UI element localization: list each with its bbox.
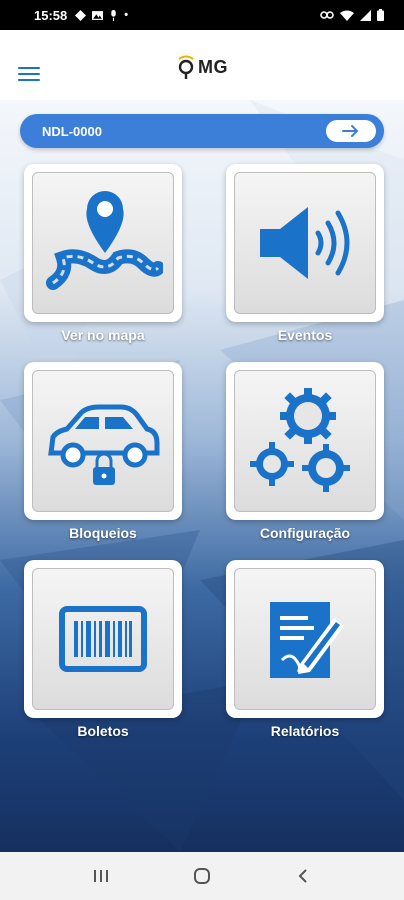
home-button[interactable] xyxy=(182,861,222,891)
tile-ver-no-mapa[interactable] xyxy=(24,164,182,322)
home-icon xyxy=(193,868,210,884)
back-icon xyxy=(298,869,308,883)
tile-relatorios[interactable] xyxy=(226,560,384,718)
notification-icons: • xyxy=(75,9,128,21)
tile-bloqueios[interactable] xyxy=(24,362,182,520)
system-icons xyxy=(320,9,384,21)
battery-icon xyxy=(377,9,384,21)
logo-pin-icon xyxy=(178,55,194,79)
logo-text: MG xyxy=(198,56,228,77)
mic-icon xyxy=(111,9,116,21)
signal-icon xyxy=(360,9,371,21)
barcode-icon xyxy=(59,606,147,672)
menu-button[interactable] xyxy=(18,67,40,81)
tile-label-boletos: Boletos xyxy=(77,723,129,739)
vehicle-selector[interactable]: NDL-0000 xyxy=(20,114,384,148)
tile-configuracao[interactable] xyxy=(226,362,384,520)
status-time: 15:58 xyxy=(34,7,68,23)
car-lock-icon xyxy=(48,404,160,485)
go-button[interactable] xyxy=(326,120,376,142)
image-icon xyxy=(92,10,104,20)
status-bar: 15:58 • xyxy=(0,0,404,30)
app-header: MG xyxy=(0,30,404,100)
app-logo: MG xyxy=(176,54,228,80)
vehicle-plate: NDL-0000 xyxy=(42,123,102,139)
map-pin-icon xyxy=(46,191,163,290)
tile-eventos[interactable] xyxy=(226,164,384,322)
gears-icon xyxy=(250,388,350,492)
tile-label-relatorios: Relatórios xyxy=(270,723,340,739)
main-dashboard: NDL-0000 Ver no mapa Eventos Bloqueios C… xyxy=(0,100,404,852)
recent-apps-button[interactable] xyxy=(81,861,121,891)
tile-label-configuracao: Configuração xyxy=(259,525,351,541)
dot-icon: • xyxy=(124,9,129,21)
tile-label-eventos: Eventos xyxy=(277,327,333,343)
link-icon xyxy=(320,11,334,19)
report-icon xyxy=(270,602,344,678)
tile-label-ver-no-mapa: Ver no mapa xyxy=(61,327,145,343)
tile-boletos[interactable] xyxy=(24,560,182,718)
system-nav-bar xyxy=(0,852,404,900)
wifi-icon xyxy=(340,10,354,21)
back-button[interactable] xyxy=(283,861,323,891)
speaker-icon xyxy=(260,207,350,279)
location-icon xyxy=(75,9,87,21)
tile-label-bloqueios: Bloqueios xyxy=(69,525,137,541)
menu-icon xyxy=(18,67,40,69)
arrow-right-icon xyxy=(342,125,359,137)
recent-apps-icon xyxy=(93,870,108,882)
